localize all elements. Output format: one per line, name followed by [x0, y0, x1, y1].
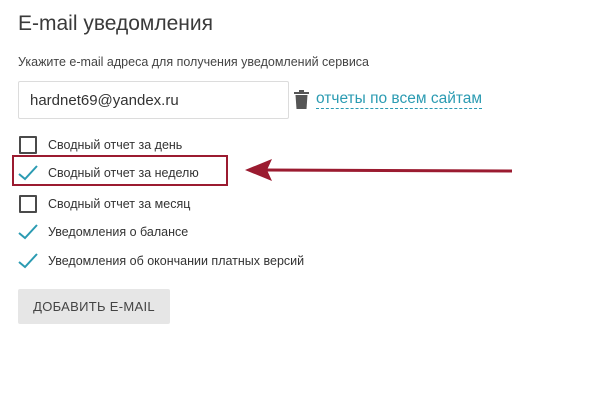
- option-label: Сводный отчет за месяц: [48, 197, 191, 211]
- option-label: Уведомления о балансе: [48, 225, 189, 239]
- option-daily-report[interactable]: Сводный отчет за день: [18, 135, 182, 155]
- checkbox-unchecked[interactable]: [19, 195, 37, 213]
- checkmark-icon[interactable]: [18, 251, 38, 271]
- option-label: Сводный отчет за день: [48, 138, 183, 152]
- checkmark-icon[interactable]: [18, 222, 38, 242]
- option-monthly-report[interactable]: Сводный отчет за месяц: [18, 194, 190, 214]
- red-arrow-annotation: [245, 159, 513, 181]
- page-title: E-mail уведомления: [18, 12, 213, 35]
- trash-icon[interactable]: [294, 90, 309, 109]
- add-email-button[interactable]: ДОБАВИТЬ E-MAIL: [18, 289, 170, 324]
- checkbox-unchecked[interactable]: [19, 136, 37, 154]
- option-label: Уведомления об окончании платных версий: [48, 254, 305, 268]
- email-field[interactable]: [18, 81, 289, 119]
- option-paid-expiry-notifications[interactable]: Уведомления об окончании платных версий: [18, 251, 304, 271]
- option-balance-notifications[interactable]: Уведомления о балансе: [18, 222, 188, 242]
- all-sites-reports-link[interactable]: отчеты по всем сайтам: [316, 90, 483, 109]
- highlight-box: [12, 155, 228, 186]
- page-subtitle: Укажите e-mail адреса для получения увед…: [18, 55, 370, 69]
